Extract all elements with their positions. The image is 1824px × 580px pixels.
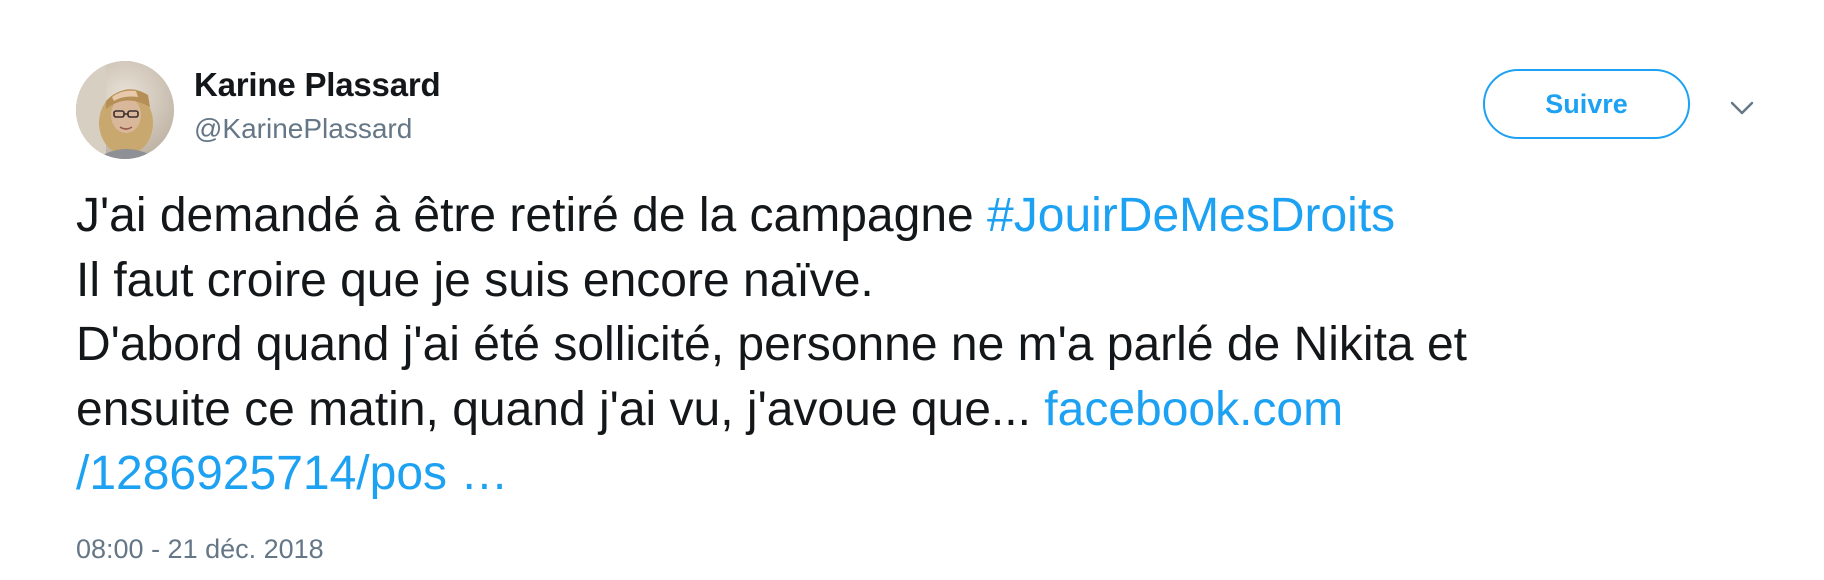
tweet-timestamp[interactable]: 08:00 - 21 déc. 2018 (76, 534, 324, 565)
author-handle[interactable]: @KarinePlassard (194, 113, 412, 145)
tweet-line-3: D'abord quand j'ai été sollicité, person… (76, 318, 1467, 371)
author-name[interactable]: Karine Plassard (194, 66, 441, 104)
chevron-down-icon[interactable] (1726, 96, 1758, 120)
tweet-line-2: Il faut croire que je suis encore naïve. (76, 253, 874, 307)
avatar-photo (76, 61, 174, 159)
tweet-line-4-text: ensuite ce matin, quand j'ai vu, j'avoue… (76, 382, 1045, 436)
tweet-line-4: ensuite ce matin, quand j'ai vu, j'avoue… (76, 378, 1776, 443)
hashtag-link[interactable]: #JouirDeMesDroits (987, 189, 1395, 242)
tweet-text: J'ai demandé à être retiré de la campagn… (76, 184, 1776, 507)
avatar[interactable] (76, 61, 174, 159)
external-link-part-2[interactable]: /1286925714/pos … (76, 447, 508, 500)
tweet-card: Karine Plassard @KarinePlassard Suivre J… (0, 0, 1824, 580)
external-link-part-1[interactable]: facebook.com (1044, 383, 1343, 436)
tweet-line-1: J'ai demandé à être retiré de la campagn… (76, 184, 1776, 249)
tweet-line-5: /1286925714/pos … (76, 442, 1776, 507)
follow-button[interactable]: Suivre (1483, 69, 1690, 139)
tweet-line-1-text: J'ai demandé à être retiré de la campagn… (76, 189, 988, 242)
